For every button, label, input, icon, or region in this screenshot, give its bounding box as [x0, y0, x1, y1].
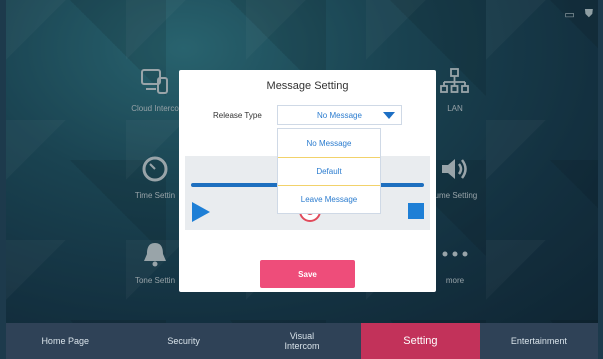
release-type-dropdown: No Message Default Leave Message — [277, 128, 381, 214]
nav-security[interactable]: Security — [124, 323, 243, 359]
dropdown-option-leave-message[interactable]: Leave Message — [278, 185, 380, 213]
nav-visual-intercom[interactable]: Visual Intercom — [242, 323, 362, 359]
save-button[interactable]: Save — [260, 260, 355, 288]
nav-entertainment[interactable]: Entertainment — [479, 323, 599, 359]
nav-setting[interactable]: Setting — [361, 323, 480, 359]
nav-home-page[interactable]: Home Page — [6, 323, 125, 359]
dialog-title: Message Setting — [266, 80, 349, 92]
release-type-select[interactable]: No Message — [277, 105, 402, 125]
dropdown-option-default[interactable]: Default — [278, 157, 380, 185]
chevron-down-icon[interactable] — [383, 112, 395, 119]
select-value: No Message — [317, 110, 362, 120]
dropdown-option-no-message[interactable]: No Message — [278, 129, 380, 157]
play-icon[interactable] — [192, 202, 210, 222]
release-type-label: Release Type — [213, 111, 262, 120]
bottom-nav: Home Page Security Visual Intercom Setti… — [6, 323, 599, 359]
stop-icon[interactable] — [408, 203, 424, 219]
